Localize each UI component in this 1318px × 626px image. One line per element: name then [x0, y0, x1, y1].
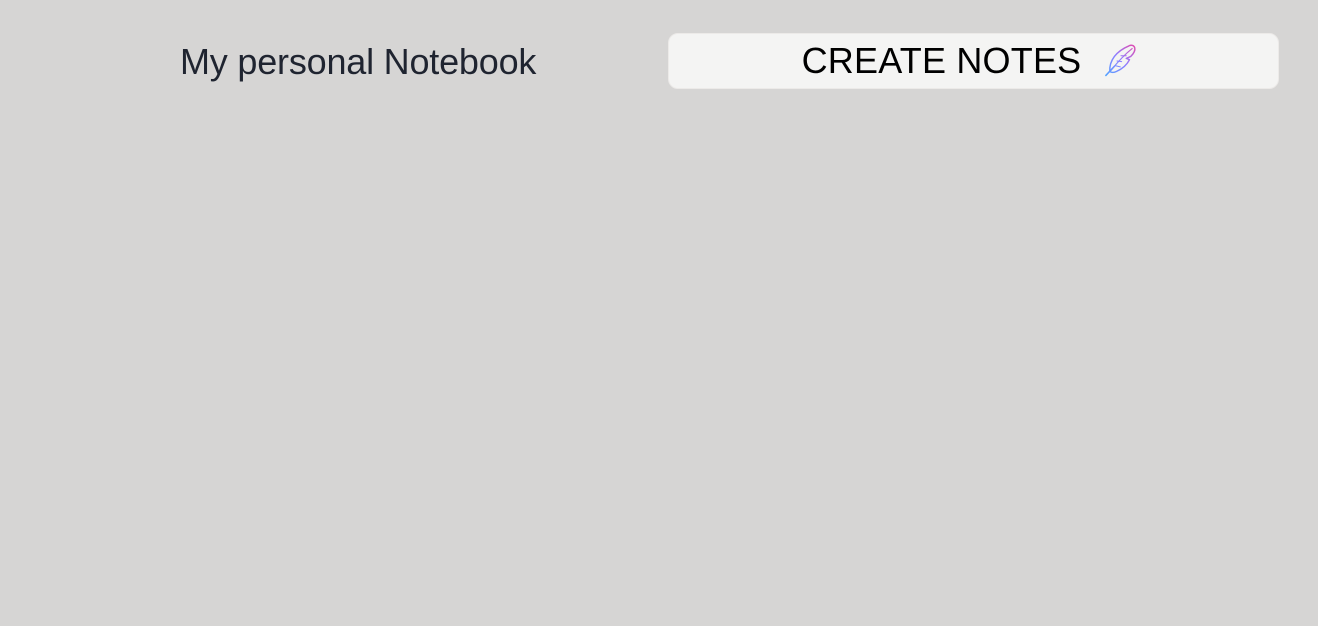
notebook-app: My personal Notebook CREATE NOTES [0, 0, 1318, 626]
create-notes-button[interactable]: CREATE NOTES [668, 33, 1279, 89]
app-header: My personal Notebook CREATE NOTES [0, 0, 1318, 120]
feather-icon [1100, 40, 1142, 82]
page-title: My personal Notebook [180, 41, 537, 82]
create-notes-label: CREATE NOTES [801, 40, 1082, 81]
